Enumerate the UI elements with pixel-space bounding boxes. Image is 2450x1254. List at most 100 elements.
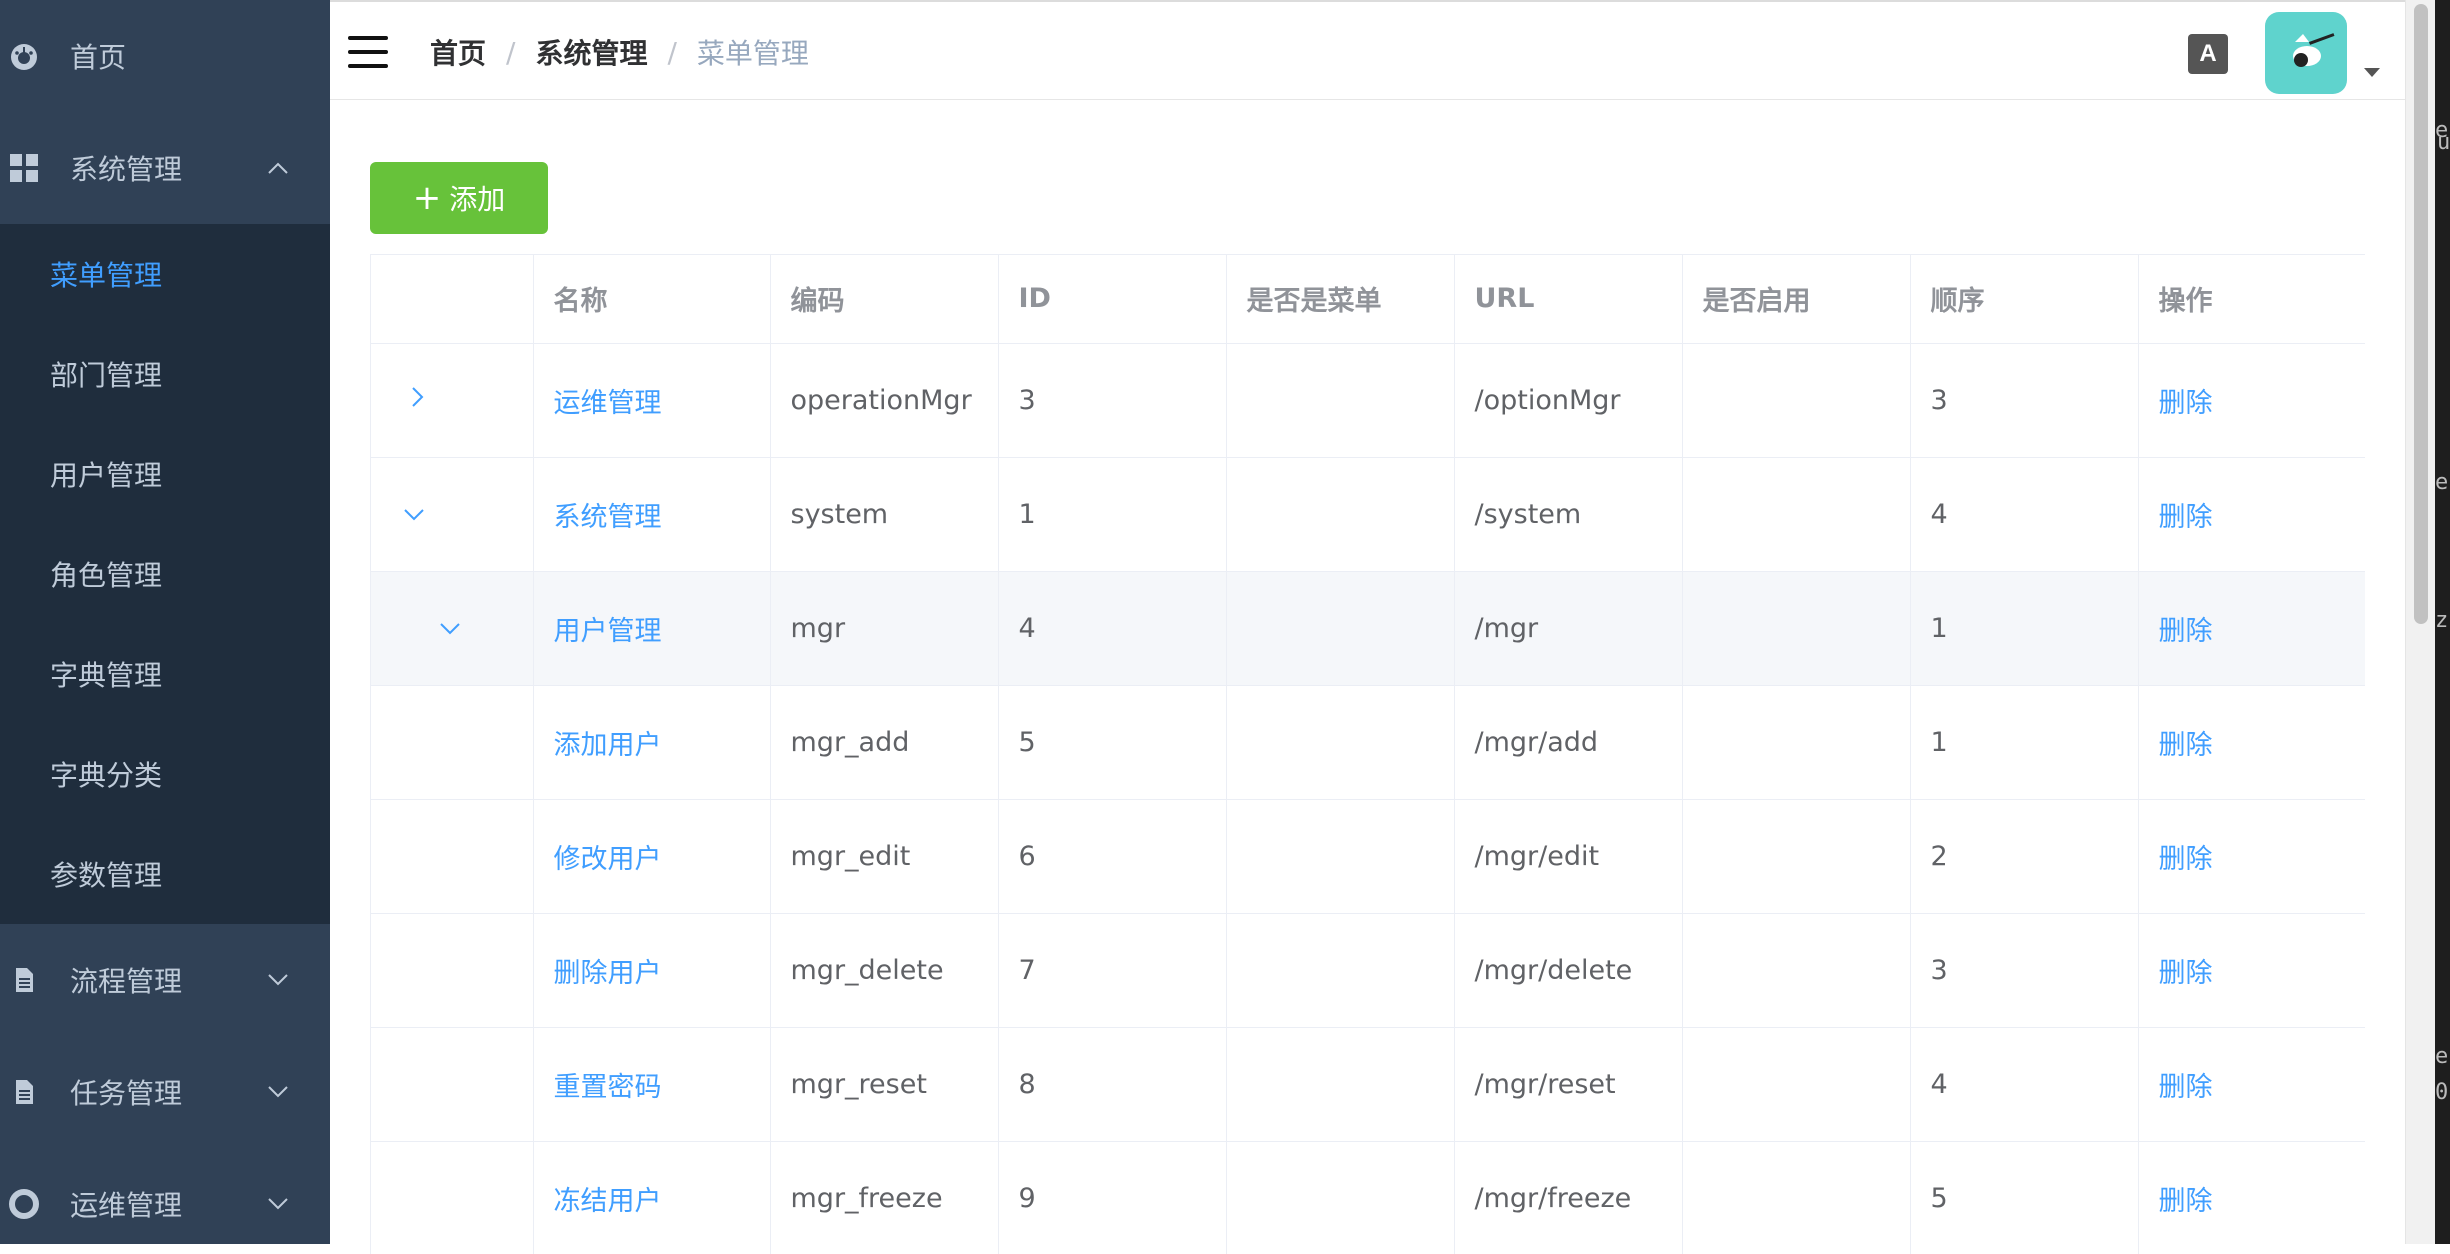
name-cell[interactable]: 运维管理 — [533, 343, 771, 458]
expand-cell — [371, 913, 534, 1028]
chevron-down-icon[interactable] — [437, 616, 463, 642]
chevron-up-icon — [266, 156, 290, 180]
chevron-down-icon — [266, 968, 290, 992]
expand-cell — [371, 799, 534, 914]
table-row: 用户管理 mgr 4 /mgr 1 删除 — [371, 571, 2365, 686]
sidebar-item-system[interactable]: 系统管理 — [0, 112, 330, 224]
delete-link[interactable]: 删除 — [2138, 1027, 2365, 1142]
sidebar-item-tasks[interactable]: 任务管理 — [0, 1036, 330, 1148]
strip-glyph: e. — [2435, 1044, 2450, 1069]
expand-cell — [371, 1141, 534, 1254]
id-cell: 4 — [998, 571, 1227, 686]
code-cell: mgr_edit — [770, 799, 999, 914]
code-cell: mgr_delete — [770, 913, 999, 1028]
strip-glyph: u — [2437, 130, 2450, 155]
table-header-row: 名称 编码 ID 是否是菜单 URL 是否启用 顺序 操作 — [371, 255, 2365, 344]
id-cell: 8 — [998, 1027, 1227, 1142]
caret-down-icon[interactable] — [2364, 68, 2380, 77]
name-cell[interactable]: 系统管理 — [533, 457, 771, 572]
expand-cell — [371, 457, 534, 572]
delete-link[interactable]: 删除 — [2138, 343, 2365, 458]
expand-cell — [371, 685, 534, 800]
sidebar-item-label: 首页 — [70, 41, 127, 74]
id-cell: 7 — [998, 913, 1227, 1028]
is-menu-cell — [1226, 343, 1455, 458]
add-button[interactable]: + 添加 — [370, 162, 548, 234]
expand-cell — [371, 343, 534, 458]
url-cell: /optionMgr — [1454, 343, 1683, 458]
is-menu-cell — [1226, 571, 1455, 686]
breadcrumb-item-home[interactable]: 首页 — [430, 32, 486, 72]
translate-glyph: A — [2199, 40, 2217, 67]
avatar[interactable] — [2265, 12, 2347, 94]
sidebar-item-dept-mgmt[interactable]: 部门管理 — [0, 324, 330, 424]
code-cell: mgr_add — [770, 685, 999, 800]
table-row: 运维管理 operationMgr 3 /optionMgr 3 删除 — [371, 343, 2365, 458]
delete-link[interactable]: 删除 — [2138, 1141, 2365, 1254]
is-menu-cell — [1226, 799, 1455, 914]
sidebar-item-dict-category[interactable]: 字典分类 — [0, 724, 330, 824]
dashboard-icon — [8, 40, 40, 72]
document-icon — [8, 1076, 40, 1108]
chevron-right-icon[interactable] — [405, 384, 431, 410]
code-cell: mgr_freeze — [770, 1141, 999, 1254]
url-cell: /mgr/add — [1454, 685, 1683, 800]
sidebar-item-user-mgmt[interactable]: 用户管理 — [0, 424, 330, 524]
column-header-url: URL — [1454, 255, 1683, 344]
sidebar-item-dict-mgmt[interactable]: 字典管理 — [0, 624, 330, 724]
name-cell[interactable]: 删除用户 — [533, 913, 771, 1028]
breadcrumb: 首页 / 系统管理 / 菜单管理 — [430, 32, 809, 72]
sidebar-item-label: 运维管理 — [70, 1189, 183, 1222]
delete-link[interactable]: 删除 — [2138, 457, 2365, 572]
delete-link[interactable]: 删除 — [2138, 913, 2365, 1028]
delete-link[interactable]: 删除 — [2138, 685, 2365, 800]
breadcrumb-item-system[interactable]: 系统管理 — [535, 32, 647, 72]
sidebar-item-home[interactable]: 首页 — [0, 0, 330, 112]
sidebar-item-param-mgmt[interactable]: 参数管理 — [0, 824, 330, 924]
is-menu-cell — [1226, 685, 1455, 800]
table-row: 添加用户 mgr_add 5 /mgr/add 1 删除 — [371, 685, 2365, 800]
sidebar-item-role-mgmt[interactable]: 角色管理 — [0, 524, 330, 624]
enabled-cell — [1682, 457, 1911, 572]
order-cell: 5 — [1910, 1141, 2139, 1254]
translate-icon[interactable]: A — [2188, 34, 2228, 74]
code-cell: mgr — [770, 571, 999, 686]
order-cell: 3 — [1910, 343, 2139, 458]
name-cell[interactable]: 添加用户 — [533, 685, 771, 800]
breadcrumb-separator: / — [667, 35, 677, 69]
column-header-is-menu: 是否是菜单 — [1226, 255, 1455, 344]
name-cell[interactable]: 重置密码 — [533, 1027, 771, 1142]
background-window-strip: e u e z e. 0 — [2435, 0, 2450, 1244]
is-menu-cell — [1226, 1141, 1455, 1254]
name-cell[interactable]: 用户管理 — [533, 571, 771, 686]
table-row: 修改用户 mgr_edit 6 /mgr/edit 2 删除 — [371, 799, 2365, 914]
url-cell: /system — [1454, 457, 1683, 572]
sidebar-item-workflow[interactable]: 流程管理 — [0, 924, 330, 1036]
code-cell: system — [770, 457, 999, 572]
table-row: 重置密码 mgr_reset 8 /mgr/reset 4 删除 — [371, 1027, 2365, 1142]
order-cell: 2 — [1910, 799, 2139, 914]
is-menu-cell — [1226, 1027, 1455, 1142]
name-cell[interactable]: 冻结用户 — [533, 1141, 771, 1254]
code-cell: mgr_reset — [770, 1027, 999, 1142]
chevron-down-icon — [266, 1080, 290, 1104]
sidebar-item-ops[interactable]: 运维管理 — [0, 1148, 330, 1244]
top-navbar: 首页 / 系统管理 / 菜单管理 A — [330, 0, 2405, 100]
code-cell: operationMgr — [770, 343, 999, 458]
menu-table: 名称 编码 ID 是否是菜单 URL 是否启用 顺序 操作 运维管理 opera… — [370, 254, 2365, 1254]
delete-link[interactable]: 删除 — [2138, 799, 2365, 914]
breadcrumb-item-current: 菜单管理 — [696, 37, 809, 70]
chevron-down-icon[interactable] — [401, 502, 427, 528]
delete-link[interactable]: 删除 — [2138, 571, 2365, 686]
order-cell: 1 — [1910, 685, 2139, 800]
sidebar-item-menu-mgmt[interactable]: 菜单管理 — [0, 224, 330, 324]
scrollbar-thumb[interactable] — [2414, 4, 2428, 624]
expand-cell — [371, 571, 534, 686]
url-cell: /mgr/freeze — [1454, 1141, 1683, 1254]
hamburger-icon[interactable] — [348, 36, 388, 68]
table-row: 系统管理 system 1 /system 4 删除 — [371, 457, 2365, 572]
name-cell[interactable]: 修改用户 — [533, 799, 771, 914]
url-cell: /mgr/delete — [1454, 913, 1683, 1028]
column-header-enabled: 是否启用 — [1682, 255, 1911, 344]
column-header-id: ID — [998, 255, 1227, 344]
